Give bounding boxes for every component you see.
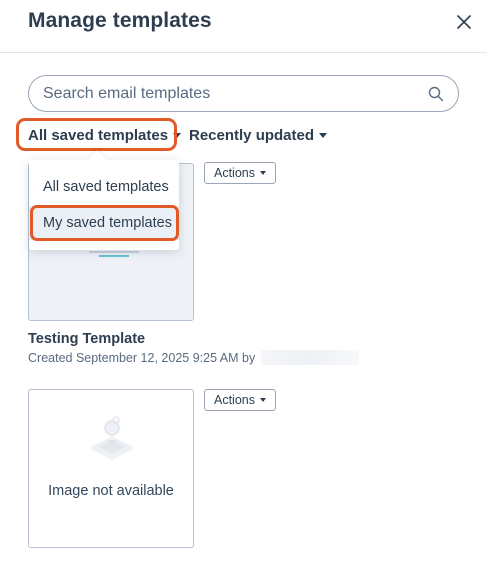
sort-filter-dropdown[interactable]: Recently updated: [189, 124, 328, 146]
actions-label: Actions: [214, 393, 255, 407]
highlight-annotation: [16, 118, 177, 151]
search-icon[interactable]: [428, 86, 444, 102]
actions-button[interactable]: Actions: [204, 162, 276, 184]
template-name[interactable]: Testing Template: [28, 331, 145, 347]
thumbnail-preview-link: [99, 255, 129, 257]
caret-down-icon: [260, 171, 266, 175]
image-not-available-text: Image not available: [48, 483, 174, 499]
close-icon[interactable]: [452, 10, 476, 34]
thumbnail-preview-text: [89, 251, 139, 253]
template-thumbnail[interactable]: Image not available: [28, 389, 194, 548]
sort-filter-label: Recently updated: [189, 126, 315, 144]
modal-header: Manage templates: [0, 0, 487, 53]
menu-item-label: All saved templates: [43, 179, 169, 195]
actions-button[interactable]: Actions: [204, 389, 276, 411]
actions-label: Actions: [214, 166, 255, 180]
redacted-author: [261, 350, 360, 365]
search-field[interactable]: [28, 75, 459, 112]
caret-down-icon: [319, 132, 328, 138]
menu-item-all-saved-templates[interactable]: All saved templates: [29, 170, 179, 204]
image-placeholder-icon: [87, 414, 137, 464]
search-input[interactable]: [43, 82, 423, 106]
highlight-annotation: [30, 205, 179, 241]
modal-title: Manage templates: [28, 9, 212, 32]
caret-down-icon: [260, 398, 266, 402]
template-created-text: Created September 12, 2025 9:25 AM by: [28, 350, 256, 365]
template-meta: Created September 12, 2025 9:25 AM by: [28, 350, 360, 365]
